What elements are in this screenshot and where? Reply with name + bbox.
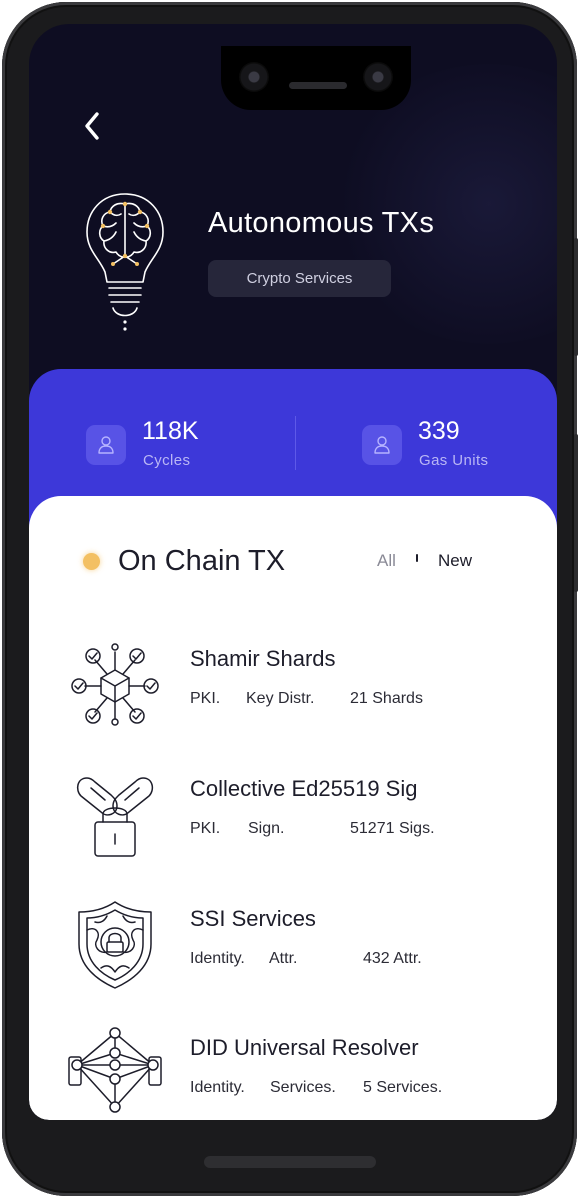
earpiece-speaker	[289, 82, 347, 89]
item-category: Identity.	[190, 1079, 245, 1096]
filter-new[interactable]: New	[438, 551, 472, 571]
item-count: 5 Services.	[363, 1079, 443, 1096]
list-item-ssi-services[interactable]: SSI Services Identity. Attr. 432 Attr.	[29, 894, 557, 1014]
section-title: On Chain TX	[118, 545, 286, 577]
item-count: 21 Shards	[350, 690, 423, 707]
item-type: Sign.	[248, 820, 285, 837]
home-indicator[interactable]	[204, 1156, 376, 1168]
neural-network-icon	[68, 1027, 162, 1113]
item-count: 51271 Sigs.	[350, 820, 435, 837]
phone-frame: Autonomous TXs Crypto Services 118K Cycl…	[2, 2, 578, 1196]
app-screen: Autonomous TXs Crypto Services 118K Cycl…	[29, 24, 557, 1120]
list-item-shamir-shards[interactable]: Shamir Shards PKI. Key Distr. 21 Shards	[29, 634, 557, 754]
item-category: Identity.	[190, 950, 245, 967]
stat-label: Cycles	[143, 452, 191, 469]
transactions-panel: On Chain TX All New Shamir Shards PKI. K…	[29, 496, 557, 1120]
stats-divider	[295, 416, 296, 470]
volume-button	[574, 434, 578, 592]
power-button	[574, 238, 578, 356]
item-type: Attr.	[269, 950, 298, 967]
padlock-pills-icon	[76, 777, 154, 857]
filter-separator	[416, 554, 418, 562]
chevron-left-icon	[85, 112, 99, 140]
item-category: PKI.	[190, 690, 221, 707]
shield-lock-icon	[78, 901, 152, 989]
brain-lightbulb-icon	[86, 193, 164, 331]
front-camera	[363, 62, 393, 92]
item-name: Collective Ed25519 Sig	[190, 776, 418, 801]
category-tag[interactable]: Crypto Services	[208, 260, 391, 297]
avatar	[362, 425, 402, 465]
stat-label: Gas Units	[419, 452, 489, 469]
list-item-did-resolver[interactable]: DID Universal Resolver Identity. Service…	[29, 1023, 557, 1120]
item-name: Shamir Shards	[190, 646, 336, 671]
item-type: Key Distr.	[246, 690, 315, 707]
item-name: SSI Services	[190, 906, 316, 931]
camera-notch	[221, 46, 411, 110]
item-type: Services.	[270, 1079, 336, 1096]
front-camera	[239, 62, 269, 92]
stat-value: 118K	[142, 417, 199, 445]
item-count: 432 Attr.	[363, 950, 422, 967]
status-dot	[83, 553, 100, 570]
app-title: Autonomous TXs	[208, 207, 435, 239]
user-icon	[98, 436, 114, 454]
filter-all[interactable]: All	[377, 551, 396, 571]
avatar	[86, 425, 126, 465]
stat-value: 339	[418, 417, 460, 445]
item-category: PKI.	[190, 820, 221, 837]
user-icon	[374, 436, 390, 454]
list-item-collective-sig[interactable]: Collective Ed25519 Sig PKI. Sign. 51271 …	[29, 764, 557, 884]
network-nodes-icon	[71, 643, 159, 726]
item-name: DID Universal Resolver	[190, 1035, 419, 1060]
back-button[interactable]	[79, 110, 107, 142]
